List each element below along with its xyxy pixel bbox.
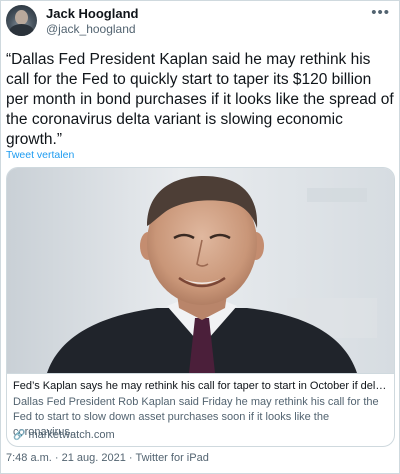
avatar-body	[9, 24, 34, 36]
tweet-date[interactable]: 21 aug. 2021	[62, 452, 126, 464]
avatar-face	[15, 10, 28, 25]
author-name[interactable]: Jack Hoogland	[46, 6, 138, 21]
meta-separator: ·	[51, 452, 62, 464]
tweet-source[interactable]: Twitter for iPad	[135, 452, 208, 464]
link-icon: 🔗	[13, 430, 26, 441]
tweet-text: “Dallas Fed President Kaplan said he may…	[6, 51, 394, 148]
author-handle[interactable]: @jack_hoogland	[46, 22, 136, 36]
card-domain[interactable]: 🔗 marketwatch.com	[13, 428, 115, 443]
more-horizontal-icon[interactable]: •••	[371, 4, 390, 21]
card-title[interactable]: Fed’s Kaplan says he may rethink his cal…	[13, 379, 388, 394]
kaplan-portrait-illustration	[7, 168, 394, 373]
card-image[interactable]	[7, 168, 394, 373]
card-domain-label: marketwatch.com	[28, 429, 115, 441]
link-preview-card[interactable]: Fed’s Kaplan says he may rethink his cal…	[6, 167, 395, 447]
tweet-time[interactable]: 7:48 a.m.	[6, 452, 52, 464]
translate-tweet-link[interactable]: Tweet vertalen	[6, 149, 74, 161]
card-body[interactable]: Fed’s Kaplan says he may rethink his cal…	[7, 373, 394, 446]
avatar[interactable]	[6, 5, 37, 36]
tweet-meta: 7:48 a.m. · 21 aug. 2021 · Twitter for i…	[6, 452, 209, 464]
